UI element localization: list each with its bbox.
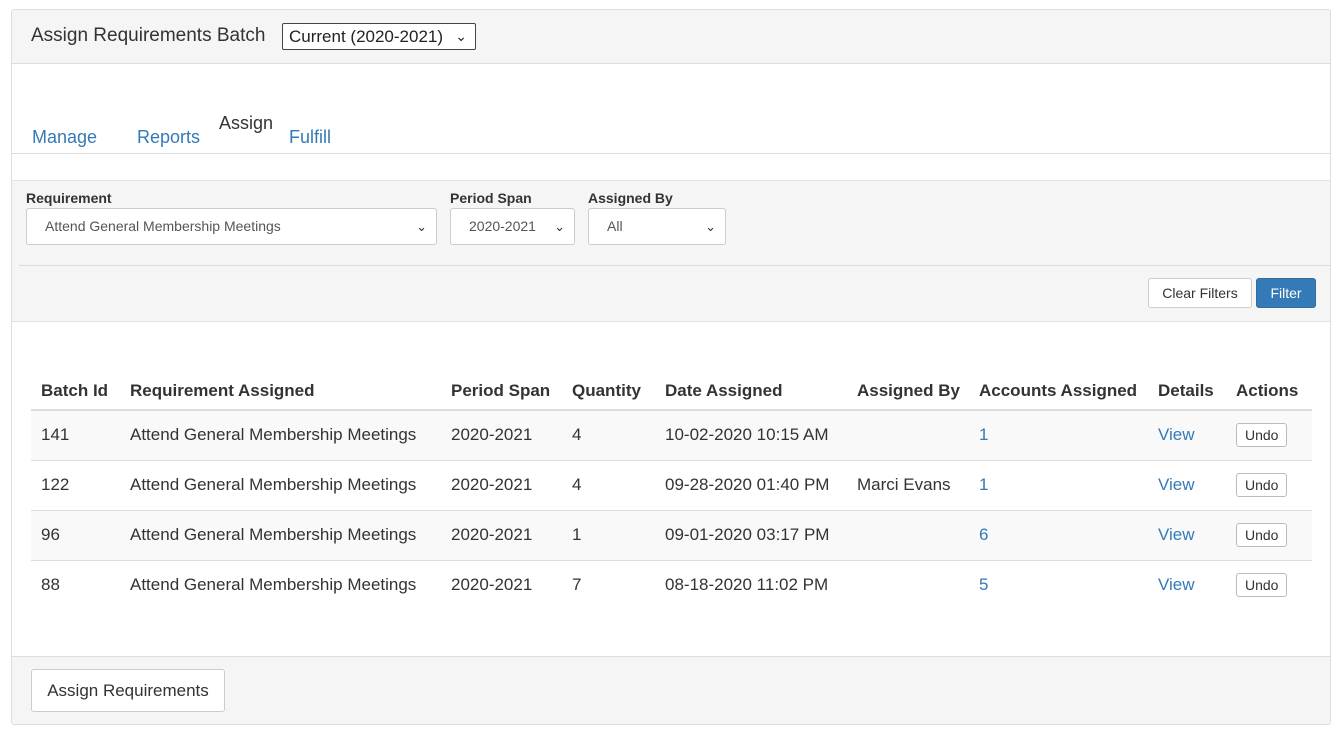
- cell-date: 09-01-2020 03:17 PM: [655, 510, 847, 561]
- undo-button[interactable]: Undo: [1236, 523, 1288, 547]
- requirement-label: Requirement: [26, 190, 112, 206]
- panel-heading: Assign Requirements Batch Current (2020-…: [12, 10, 1330, 64]
- col-quantity: Quantity: [562, 372, 655, 411]
- nav-tabs: Manage Reports Assign Fulfill: [12, 64, 1330, 154]
- cell-assigned-by: Marci Evans: [847, 460, 969, 511]
- assigned-by-value: All: [607, 218, 623, 234]
- view-details-link[interactable]: View: [1158, 525, 1195, 544]
- cell-period: 2020-2021: [441, 460, 562, 511]
- cell-batch-id: 88: [31, 560, 120, 610]
- cell-period: 2020-2021: [441, 560, 562, 610]
- cell-requirement: Attend General Membership Meetings: [120, 560, 441, 610]
- panel-footer: Assign Requirements: [12, 656, 1330, 724]
- cell-batch-id: 141: [31, 410, 120, 461]
- cell-period: 2020-2021: [441, 510, 562, 561]
- assign-requirements-button[interactable]: Assign Requirements: [31, 669, 225, 712]
- view-details-link[interactable]: View: [1158, 425, 1195, 444]
- undo-button[interactable]: Undo: [1236, 423, 1288, 448]
- assigned-by-select[interactable]: All ⌄: [588, 208, 726, 245]
- cell-requirement: Attend General Membership Meetings: [120, 410, 441, 461]
- cell-quantity: 4: [562, 410, 655, 461]
- page-title: Assign Requirements Batch: [31, 25, 266, 46]
- col-details: Details: [1148, 372, 1226, 411]
- cell-date: 09-28-2020 01:40 PM: [655, 460, 847, 511]
- filter-panel: Requirement Attend General Membership Me…: [12, 180, 1330, 322]
- col-date-assigned: Date Assigned: [655, 372, 847, 411]
- table-row: 96 Attend General Membership Meetings 20…: [31, 510, 1312, 561]
- col-requirement-assigned: Requirement Assigned: [120, 372, 441, 411]
- cell-date: 10-02-2020 10:15 AM: [655, 410, 847, 461]
- assign-batch-panel: Assign Requirements Batch Current (2020-…: [11, 9, 1331, 725]
- cell-quantity: 7: [562, 560, 655, 610]
- table-row: 88 Attend General Membership Meetings 20…: [31, 560, 1312, 610]
- tab-manage[interactable]: Manage: [32, 127, 97, 148]
- cell-assigned-by: [847, 560, 969, 610]
- cell-batch-id: 122: [31, 460, 120, 511]
- filter-divider: [19, 265, 1330, 266]
- tab-assign[interactable]: Assign: [219, 113, 273, 134]
- accounts-assigned-link[interactable]: 1: [979, 475, 988, 494]
- cell-period: 2020-2021: [441, 410, 562, 461]
- requirement-value: Attend General Membership Meetings: [45, 218, 281, 234]
- accounts-assigned-link[interactable]: 1: [979, 425, 988, 444]
- cell-requirement: Attend General Membership Meetings: [120, 510, 441, 561]
- table-header-row: Batch Id Requirement Assigned Period Spa…: [31, 372, 1312, 411]
- col-accounts-assigned: Accounts Assigned: [969, 372, 1148, 411]
- col-period-span: Period Span: [441, 372, 562, 411]
- view-details-link[interactable]: View: [1158, 475, 1195, 494]
- batches-table: Batch Id Requirement Assigned Period Spa…: [31, 372, 1312, 610]
- cell-date: 08-18-2020 11:02 PM: [655, 560, 847, 610]
- period-span-select[interactable]: 2020-2021 ⌄: [450, 208, 575, 245]
- batch-period-select[interactable]: Current (2020-2021) ⌄: [282, 23, 476, 50]
- undo-button[interactable]: Undo: [1236, 573, 1288, 598]
- chevron-down-icon: ⌄: [455, 28, 467, 44]
- requirement-select[interactable]: Attend General Membership Meetings ⌄: [26, 208, 437, 245]
- accounts-assigned-link[interactable]: 6: [979, 525, 988, 544]
- col-actions: Actions: [1226, 372, 1312, 411]
- col-batch-id: Batch Id: [31, 372, 120, 411]
- col-assigned-by: Assigned By: [847, 372, 969, 411]
- cell-assigned-by: [847, 410, 969, 461]
- cell-assigned-by: [847, 510, 969, 561]
- cell-quantity: 1: [562, 510, 655, 561]
- chevron-down-icon: ⌄: [705, 219, 716, 234]
- assigned-by-label: Assigned By: [588, 190, 673, 206]
- chevron-down-icon: ⌄: [416, 219, 427, 234]
- period-span-label: Period Span: [450, 190, 532, 206]
- tab-reports[interactable]: Reports: [137, 127, 200, 148]
- accounts-assigned-link[interactable]: 5: [979, 575, 988, 594]
- chevron-down-icon: ⌄: [554, 219, 565, 234]
- table-row: 122 Attend General Membership Meetings 2…: [31, 460, 1312, 511]
- cell-quantity: 4: [562, 460, 655, 511]
- undo-button[interactable]: Undo: [1236, 473, 1288, 497]
- period-span-value: 2020-2021: [469, 218, 536, 234]
- table-row: 141 Attend General Membership Meetings 2…: [31, 410, 1312, 461]
- view-details-link[interactable]: View: [1158, 575, 1195, 594]
- filter-button[interactable]: Filter: [1256, 278, 1316, 308]
- cell-requirement: Attend General Membership Meetings: [120, 460, 441, 511]
- clear-filters-button[interactable]: Clear Filters: [1148, 278, 1252, 308]
- cell-batch-id: 96: [31, 510, 120, 561]
- batch-period-value: Current (2020-2021): [289, 27, 444, 46]
- tab-fulfill[interactable]: Fulfill: [289, 127, 331, 148]
